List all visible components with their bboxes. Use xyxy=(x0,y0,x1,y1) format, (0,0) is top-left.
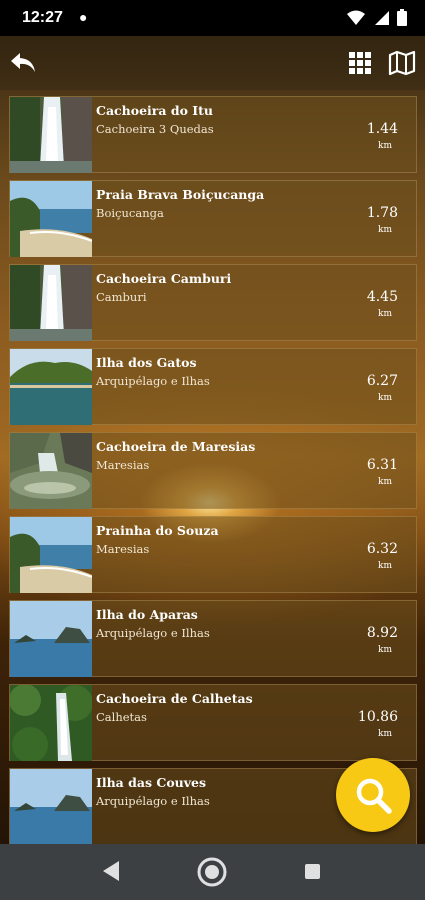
list-item[interactable]: Ilha do Aparas Arquipélago e Ilhas 8.92 km xyxy=(9,600,417,677)
distance-unit: km xyxy=(378,729,392,739)
signal-icon xyxy=(375,10,389,25)
place-location: Boiçucanga xyxy=(96,206,164,220)
place-location: Arquipélago e Ilhas xyxy=(96,794,210,808)
place-distance: 8.92 xyxy=(366,625,398,641)
list-item[interactable]: Cachoeira do Itu Cachoeira 3 Quedas 1.44 km xyxy=(9,96,417,173)
back-arrow-icon[interactable] xyxy=(8,50,38,76)
place-location: Cachoeira 3 Quedas xyxy=(96,122,214,136)
place-location: Arquipélago e Ilhas xyxy=(96,626,210,640)
place-name: Cachoeira do Itu xyxy=(96,103,213,118)
place-location: Camburi xyxy=(96,290,147,304)
search-fab[interactable] xyxy=(336,758,410,832)
place-name: Cachoeira de Maresias xyxy=(96,439,256,454)
map-icon[interactable] xyxy=(388,50,416,76)
place-thumbnail xyxy=(10,349,92,425)
app-bar xyxy=(0,36,425,90)
place-thumbnail xyxy=(10,97,92,173)
wifi-icon xyxy=(347,10,365,25)
place-thumbnail xyxy=(10,181,92,257)
place-thumbnail xyxy=(10,769,92,845)
distance-unit: km xyxy=(378,225,392,235)
place-distance: 4.45 xyxy=(366,289,398,305)
notification-dot-icon: ● xyxy=(79,9,88,25)
place-location: Arquipélago e Ilhas xyxy=(96,374,210,388)
list-item[interactable]: Prainha do Souza Maresias 6.32 km xyxy=(9,516,417,593)
grid-view-icon[interactable] xyxy=(348,51,372,75)
place-location: Maresias xyxy=(96,542,150,556)
place-name: Prainha do Souza xyxy=(96,523,219,538)
place-location: Maresias xyxy=(96,458,150,472)
place-thumbnail xyxy=(10,265,92,341)
distance-unit: km xyxy=(378,309,392,319)
list-item[interactable]: Praia Brava Boiçucanga Boiçucanga 1.78 km xyxy=(9,180,417,257)
battery-icon xyxy=(397,9,407,26)
status-time: 12:27 xyxy=(22,9,63,26)
place-distance: 1.78 xyxy=(366,205,398,221)
list-item[interactable]: Cachoeira Camburi Camburi 4.45 km xyxy=(9,264,417,341)
place-name: Praia Brava Boiçucanga xyxy=(96,187,265,202)
nav-home-icon[interactable] xyxy=(196,856,228,888)
distance-unit: km xyxy=(378,393,392,403)
place-name: Cachoeira de Calhetas xyxy=(96,691,253,706)
place-location: Calhetas xyxy=(96,710,147,724)
list-item[interactable]: Cachoeira de Maresias Maresias 6.31 km xyxy=(9,432,417,509)
status-bar: 12:27 ● xyxy=(0,0,425,36)
list-item[interactable]: Ilha dos Gatos Arquipélago e Ilhas 6.27 km xyxy=(9,348,417,425)
place-distance: 10.86 xyxy=(357,709,398,725)
distance-unit: km xyxy=(378,141,392,151)
distance-unit: km xyxy=(378,645,392,655)
nav-recents-icon[interactable] xyxy=(305,864,320,879)
place-name: Ilha dos Gatos xyxy=(96,355,197,370)
place-distance: 1.44 xyxy=(366,121,398,137)
place-distance: 6.31 xyxy=(366,457,398,473)
place-distance: 6.27 xyxy=(366,373,398,389)
list-item[interactable]: Cachoeira de Calhetas Calhetas 10.86 km xyxy=(9,684,417,761)
system-nav-bar xyxy=(0,844,425,900)
place-thumbnail xyxy=(10,517,92,593)
distance-unit: km xyxy=(378,561,392,571)
place-thumbnail xyxy=(10,433,92,509)
place-name: Ilha do Aparas xyxy=(96,607,198,622)
place-name: Cachoeira Camburi xyxy=(96,271,232,286)
search-icon xyxy=(356,778,392,814)
place-distance: 6.32 xyxy=(366,541,398,557)
nav-back-icon[interactable] xyxy=(101,860,121,882)
place-thumbnail xyxy=(10,601,92,677)
place-name: Ilha das Couves xyxy=(96,775,206,790)
distance-unit: km xyxy=(378,477,392,487)
place-thumbnail xyxy=(10,685,92,761)
